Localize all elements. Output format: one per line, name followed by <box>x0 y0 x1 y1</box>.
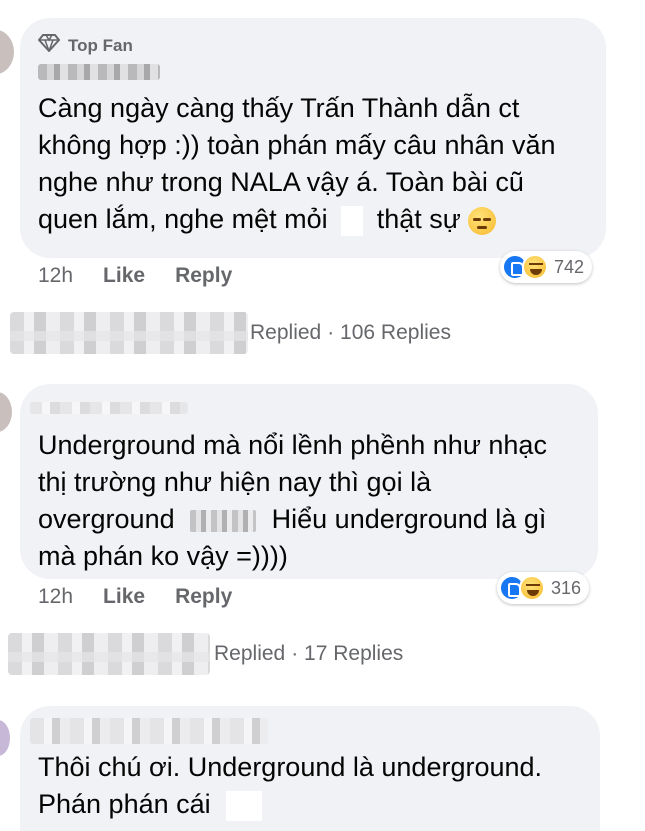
commenter-name[interactable] <box>30 402 188 414</box>
comment-actions: 12h Like Reply <box>38 264 262 288</box>
reply-preview-redacted <box>10 312 248 354</box>
like-button[interactable]: Like <box>103 264 145 288</box>
avatar[interactable] <box>0 392 12 432</box>
like-button[interactable]: Like <box>103 585 145 609</box>
timestamp[interactable]: 12h <box>38 264 73 288</box>
commenter-name[interactable] <box>38 64 160 80</box>
avatar[interactable] <box>0 30 14 74</box>
reply-button[interactable]: Reply <box>175 585 232 609</box>
top-fan-badge: Top Fan <box>38 34 133 57</box>
reply-button[interactable]: Reply <box>175 264 232 288</box>
redacted-word <box>341 205 364 236</box>
timestamp[interactable]: 12h <box>38 585 73 609</box>
replies-count: · 106 Replies <box>327 321 451 344</box>
redacted-word <box>226 790 263 821</box>
reaction-count: 742 <box>554 256 585 277</box>
badge-label: Top Fan <box>68 35 133 55</box>
view-replies-link[interactable]: Replied · 17 Replies <box>214 642 403 666</box>
reaction-summary[interactable]: 316 <box>497 572 590 604</box>
comment-text: Underground mà nổi lềnh phềnh như nhạc t… <box>38 430 547 571</box>
reaction-count: 316 <box>551 577 582 598</box>
haha-reaction-icon <box>522 254 548 280</box>
view-replies-link[interactable]: Replied · 106 Replies <box>250 321 451 345</box>
avatar[interactable] <box>0 720 10 756</box>
unamused-face-icon <box>468 206 497 235</box>
commenter-name[interactable] <box>30 718 268 744</box>
replies-count: · 17 Replies <box>291 642 404 665</box>
comment-text: Thôi chú ơi. Underground là underground.… <box>38 752 543 821</box>
diamond-icon <box>38 34 60 57</box>
reaction-summary[interactable]: 742 <box>500 251 593 283</box>
comment-actions: 12h Like Reply <box>38 585 262 609</box>
reply-preview-redacted <box>8 633 210 675</box>
haha-reaction-icon <box>519 575 545 601</box>
comment-text: Càng ngày càng thấy Trấn Thành dẫn ct kh… <box>38 93 556 236</box>
redacted-word <box>190 509 257 532</box>
